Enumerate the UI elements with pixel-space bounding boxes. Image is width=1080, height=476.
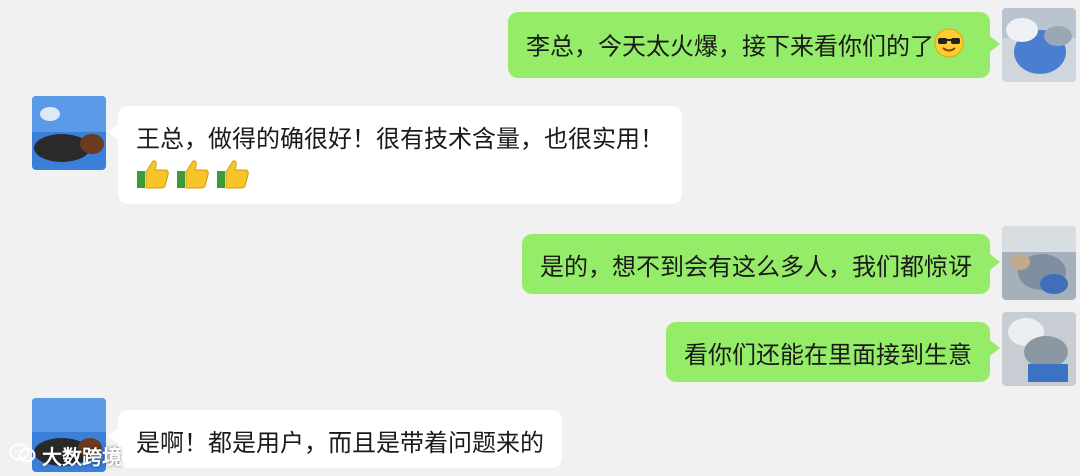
emoji-row — [136, 158, 664, 199]
message-text: 是的，想不到会有这么多人，我们都惊讶 — [540, 253, 972, 281]
thumbs-up-emoji-icon — [216, 158, 250, 199]
avatar-image — [1002, 226, 1076, 300]
message-text: 是啊！都是用户，而且是带着问题来的 — [136, 429, 544, 457]
avatar-image — [32, 96, 106, 170]
message-bubble-sent[interactable]: 是的，想不到会有这么多人，我们都惊讶 — [522, 234, 990, 294]
sunglasses-emoji-icon — [934, 28, 964, 67]
receiver-avatar[interactable] — [32, 96, 106, 170]
wechat-logo-icon — [8, 442, 36, 469]
message-bubble-received[interactable]: 是啊！都是用户，而且是带着问题来的 — [118, 410, 562, 468]
sender-avatar[interactable] — [1002, 312, 1076, 386]
thumbs-up-emoji-icon — [176, 158, 210, 199]
message-bubble-sent[interactable]: 李总，今天太火爆，接下来看你们的了 — [508, 12, 990, 78]
message-bubble-received[interactable]: 王总，做得的确很好！很有技术含量，也很实用！ — [118, 106, 682, 204]
message-text: 看你们还能在里面接到生意 — [684, 341, 972, 369]
sender-avatar[interactable] — [1002, 226, 1076, 300]
avatar-image — [1002, 8, 1076, 82]
message-bubble-sent[interactable]: 看你们还能在里面接到生意 — [666, 322, 990, 382]
avatar-image — [1002, 312, 1076, 386]
thumbs-up-emoji-icon — [136, 158, 170, 199]
message-text: 李总，今天太火爆，接下来看你们的了 — [526, 32, 934, 61]
watermark: 大数跨境 — [8, 440, 122, 470]
sender-avatar[interactable] — [1002, 8, 1076, 82]
watermark-text: 大数跨境 — [42, 444, 122, 469]
message-text: 王总，做得的确很好！很有技术含量，也很实用！ — [136, 125, 664, 153]
